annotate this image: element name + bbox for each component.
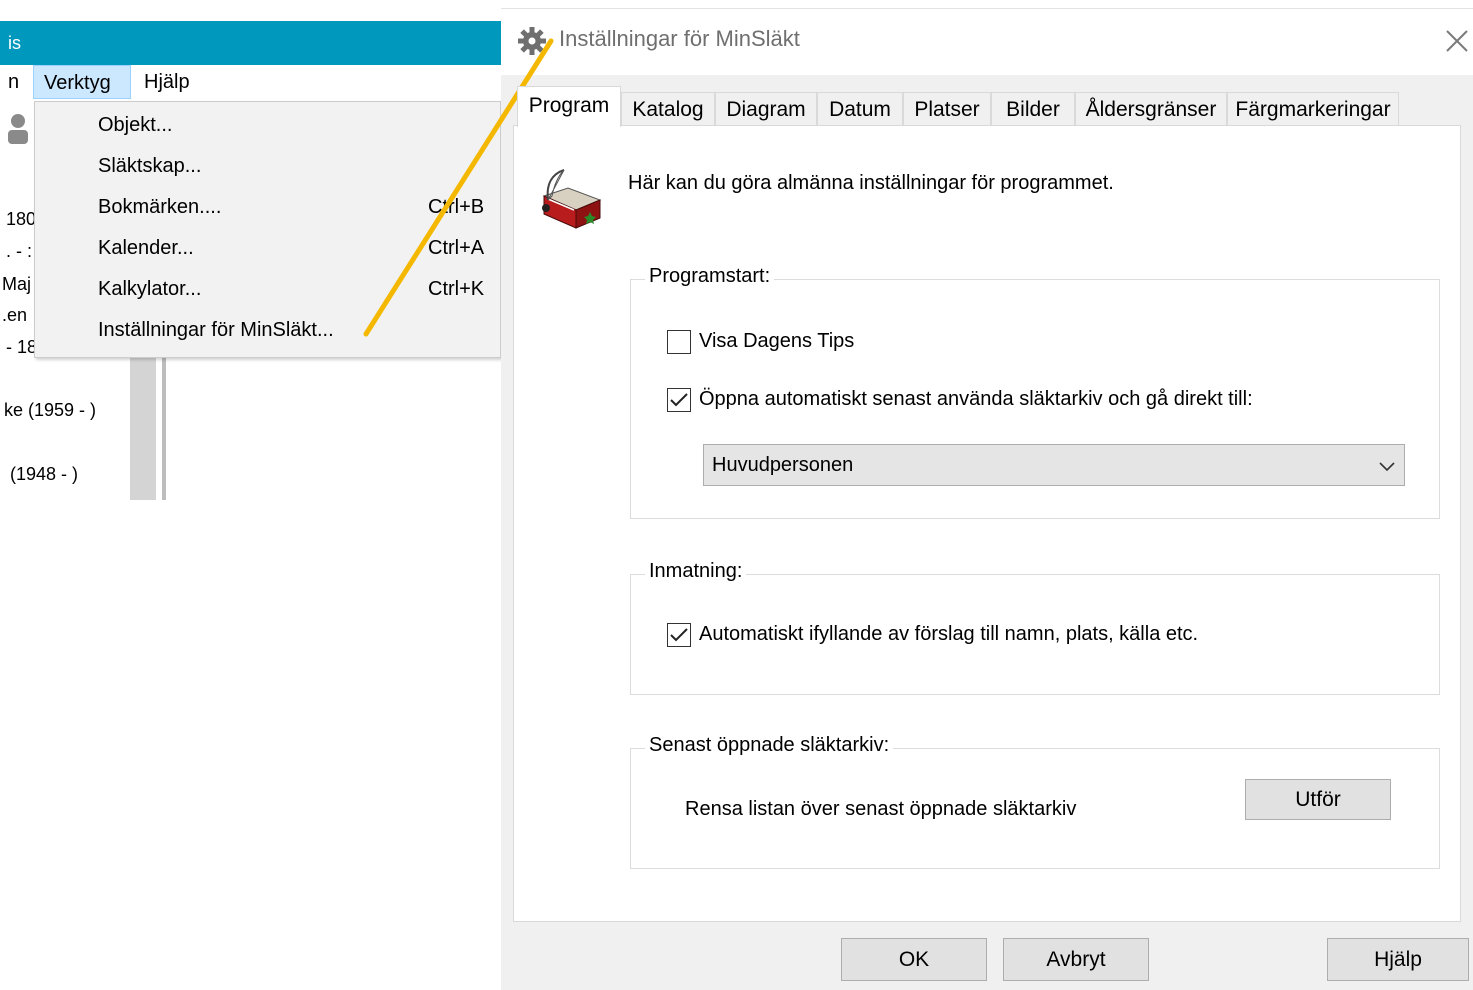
divider	[162, 355, 166, 500]
menubar-item-hjalp[interactable]: Hjälp	[134, 65, 200, 99]
intro-text: Här kan du göra almänna inställningar fö…	[628, 172, 1114, 194]
close-icon[interactable]	[1441, 25, 1473, 57]
menu-item-bokmarken[interactable]: Bokmärken.... Ctrl+B	[35, 189, 501, 227]
bg-text: ke (1959 - )	[4, 400, 97, 420]
menu-item-installningar[interactable]: Inställningar för MinSläkt...	[35, 312, 501, 350]
main-window-crop: is n Verktyg Hjälp 180 . - : Maj .en - 1…	[0, 0, 501, 500]
group-legend: Inmatning:	[645, 560, 747, 583]
bg-text: 180	[6, 209, 37, 229]
menubar-item-verktyg[interactable]: Verktyg	[33, 65, 131, 99]
checkbox-label: Öppna automatiskt senast använda släktar…	[699, 388, 1253, 410]
menu-item-kalkylator[interactable]: Kalkylator... Ctrl+K	[35, 271, 501, 309]
checkmark-icon	[670, 628, 688, 642]
menu-item-label: Släktskap...	[98, 155, 202, 177]
menu-item-kalender[interactable]: Kalender... Ctrl+A	[35, 230, 501, 268]
bg-text: .en	[2, 305, 28, 325]
cancel-button[interactable]: Avbryt	[1003, 938, 1149, 981]
group-recent-archives: Senast öppnade släktarkiv: Rensa listan …	[630, 734, 1440, 869]
tab-panel-program: Här kan du göra almänna inställningar fö…	[513, 125, 1461, 922]
settings-dialog: Inställningar för MinSläkt Program Katal…	[501, 0, 1473, 990]
chevron-down-icon	[1379, 462, 1395, 472]
menubar-item-partial[interactable]: n	[0, 65, 29, 99]
clear-list-text: Rensa listan över senast öppnade släktar…	[685, 798, 1077, 820]
menu-item-objekt[interactable]: Objekt...	[35, 107, 501, 145]
dialog-title: Inställningar för MinSläkt	[559, 26, 800, 51]
checkbox-label: Automatiskt ifyllande av förslag till na…	[699, 623, 1199, 645]
group-legend: Programstart:	[645, 265, 775, 288]
bg-text: - 18	[6, 337, 38, 357]
main-titlebar: is	[0, 21, 501, 65]
checkbox-label: Visa Dagens Tips	[699, 330, 855, 352]
group-inmatning: Inmatning: Automatiskt ifyllande av förs…	[630, 560, 1440, 695]
tab-program[interactable]: Program	[517, 86, 621, 127]
bg-text: Maj	[2, 274, 32, 294]
checkbox-box[interactable]	[667, 623, 691, 647]
tab-datum[interactable]: Datum	[817, 92, 903, 126]
dialog-titlebar: Inställningar för MinSläkt	[501, 9, 1473, 75]
gear-icon	[518, 27, 546, 55]
checkbox-box[interactable]	[667, 388, 691, 412]
menu-item-label: Kalender...	[98, 237, 194, 259]
tab-fargmarkeringar[interactable]: Färgmarkeringar	[1227, 92, 1399, 126]
tab-aldersgranser[interactable]: Åldersgränser	[1075, 92, 1227, 126]
person-icon	[8, 114, 28, 144]
group-legend: Senast öppnade släktarkiv:	[645, 734, 894, 757]
tab-bilder[interactable]: Bilder	[991, 92, 1075, 126]
menu-item-slaktskap[interactable]: Släktskap...	[35, 148, 501, 186]
menu-item-label: Inställningar för MinSläkt...	[98, 319, 334, 341]
book-quill-icon	[542, 169, 602, 229]
start-person-select[interactable]: Huvudpersonen	[703, 444, 1405, 486]
menu-item-label: Kalkylator...	[98, 278, 202, 300]
tab-katalog[interactable]: Katalog	[621, 92, 715, 126]
bg-text: . - :	[6, 241, 32, 261]
menu-item-shortcut: Ctrl+B	[428, 196, 485, 218]
tools-menu: Objekt... Släktskap... Bokmärken.... Ctr…	[34, 101, 501, 358]
menu-item-shortcut: Ctrl+K	[428, 278, 485, 300]
scrollbar-track[interactable]	[130, 355, 156, 500]
menu-item-label: Objekt...	[98, 114, 173, 136]
group-program-start: Programstart: Visa Dagens Tips Öppna aut…	[630, 265, 1440, 519]
dialog-top-edge	[501, 0, 1473, 9]
run-button[interactable]: Utför	[1245, 779, 1391, 820]
ok-button[interactable]: OK	[841, 938, 987, 981]
tab-strip: Program Katalog Diagram Datum Platser Bi…	[513, 86, 1463, 127]
menu-item-label: Bokmärken....	[98, 196, 222, 218]
main-title: is	[8, 33, 21, 53]
help-button[interactable]: Hjälp	[1327, 938, 1469, 981]
background-list: 180 . - : Maj .en - 18	[0, 101, 38, 500]
bg-text: (1948 - )	[10, 464, 79, 484]
checkmark-icon	[670, 393, 688, 407]
menu-item-shortcut: Ctrl+A	[428, 237, 485, 259]
checkbox-box[interactable]	[667, 330, 691, 354]
main-menubar: n Verktyg Hjälp	[0, 65, 501, 101]
select-value: Huvudpersonen	[712, 454, 854, 476]
tab-diagram[interactable]: Diagram	[715, 92, 817, 126]
tab-platser[interactable]: Platser	[903, 92, 991, 126]
